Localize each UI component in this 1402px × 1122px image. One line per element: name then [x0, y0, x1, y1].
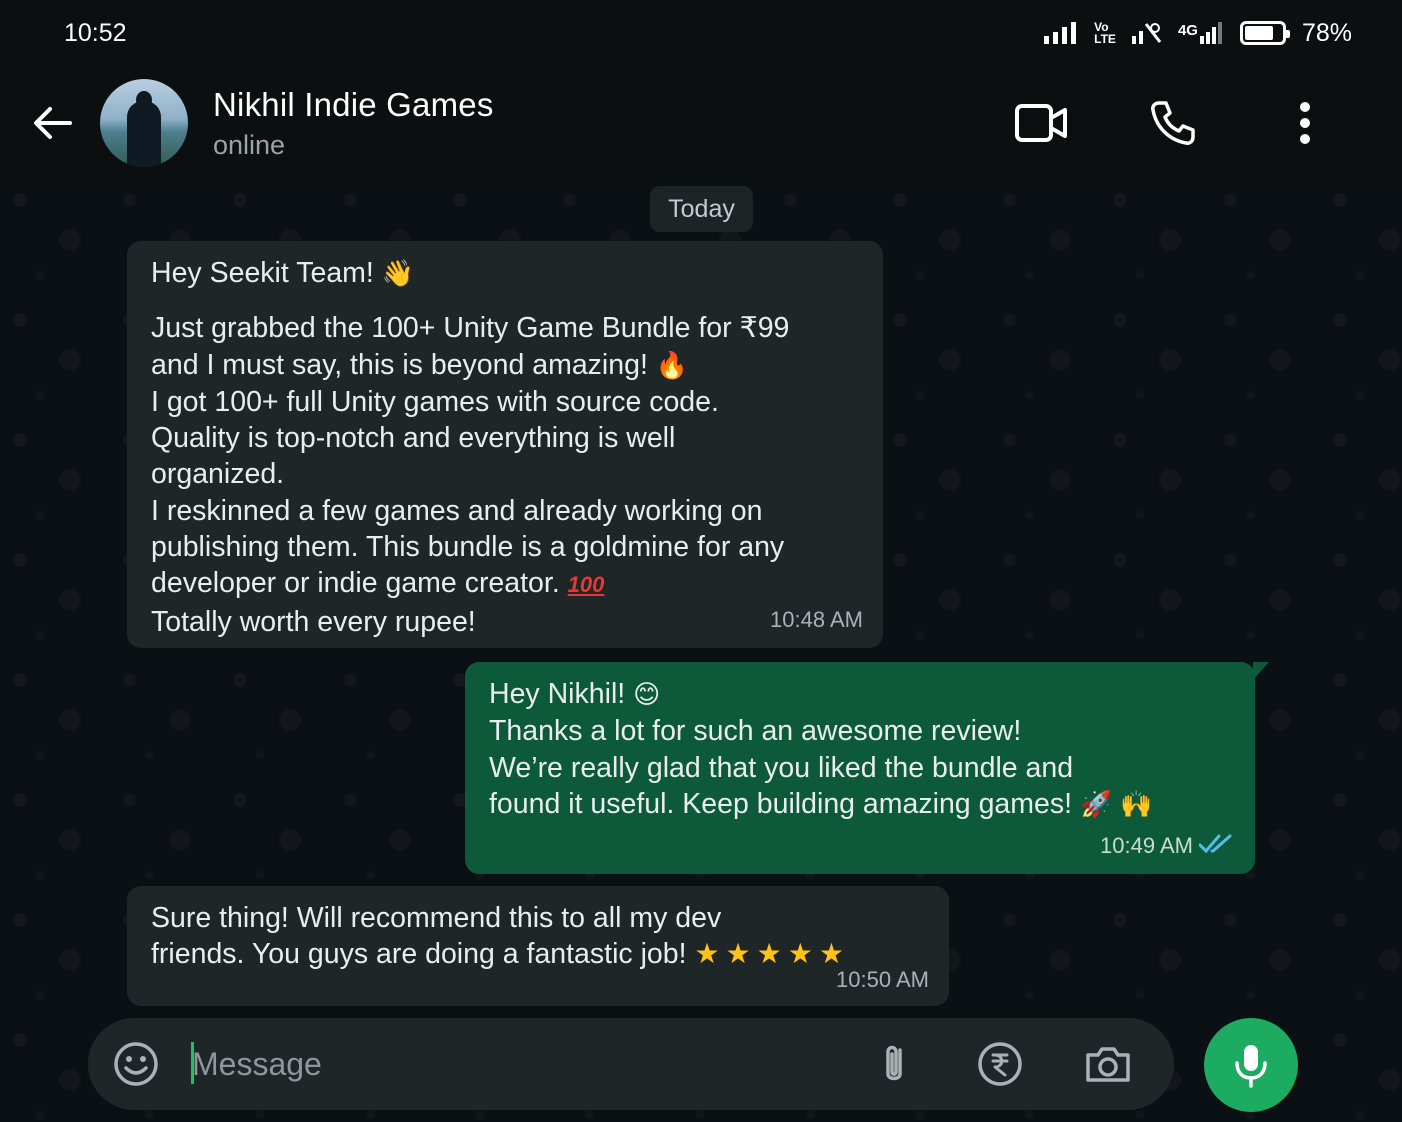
message-line: Totally worth every rupee! [151, 605, 476, 638]
signal-icon [1044, 22, 1078, 44]
outgoing-message[interactable]: Hey Nikhil! 😊 Thanks a lot for such an a… [465, 662, 1269, 874]
smiling-face-emoji: 😊 [633, 680, 661, 710]
volte-icon: Vo LTE [1094, 20, 1116, 46]
contact-name: Nikhil Indie Games [213, 85, 494, 123]
battery-percent: 78% [1301, 18, 1352, 47]
message-line: Thanks a lot for such an awesome review! [489, 715, 1022, 748]
waving-hand-emoji: 👋 [381, 259, 415, 289]
status-icons: Vo LTE 4G 78% [1044, 19, 1352, 48]
message-input[interactable] [192, 1036, 792, 1092]
message-time: 10:48 AM [770, 606, 863, 632]
status-time: 10:52 [64, 18, 127, 47]
raising-hands-emoji: 🙌 [1120, 789, 1153, 820]
more-options-icon[interactable] [1278, 96, 1332, 150]
message-line: We’re really glad that you liked the bun… [489, 751, 1074, 784]
message-line: Hey Nikhil! 😊 [489, 678, 661, 710]
incoming-message[interactable]: Hey Seekit Team! 👋 Just grabbed the 100+… [127, 241, 883, 648]
message-line: Sure thing! Will recommend this to all m… [151, 902, 722, 934]
network-4g-icon: 4G [1178, 22, 1224, 44]
video-call-icon[interactable] [1014, 96, 1068, 150]
read-ticks-icon [1198, 828, 1235, 864]
message-line: friends. You guys are doing a fantastic … [151, 937, 850, 971]
battery-fill [1244, 26, 1274, 40]
message-line: Quality is top-notch and everything is w… [151, 422, 676, 455]
message-line: Just grabbed the 100+ Unity Game Bundle … [151, 312, 790, 345]
message-time: 10:50 AM [836, 966, 929, 992]
star-emojis: ★★★★★ [694, 937, 850, 971]
hundred-points-emoji: 100 [567, 572, 605, 598]
message-line: developer or indie game creator. 100 [151, 567, 605, 600]
emoji-icon[interactable] [112, 1040, 160, 1088]
message-line: I reskinned a few games and already work… [151, 494, 763, 527]
voice-call-icon[interactable] [1146, 96, 1200, 150]
back-arrow-icon[interactable] [30, 101, 74, 145]
message-composer [88, 1018, 1174, 1110]
message-line: and I must say, this is beyond amazing! … [151, 348, 689, 381]
rupee-payment-icon[interactable] [976, 1040, 1024, 1088]
message-time: 10:49 AM [1100, 832, 1193, 858]
header-actions [1014, 96, 1332, 150]
avatar[interactable] [100, 79, 188, 167]
message-line: I got 100+ full Unity games with source … [151, 385, 719, 418]
mic-icon[interactable] [1204, 1018, 1298, 1112]
rocket-emoji: 🚀 [1079, 789, 1113, 820]
contact-status: online [213, 129, 286, 160]
incoming-message[interactable]: Sure thing! Will recommend this to all m… [127, 886, 949, 1006]
attach-icon[interactable] [870, 1040, 918, 1088]
status-bar: 10:52 Vo LTE 4G 78% [0, 0, 1402, 66]
battery-icon [1239, 21, 1290, 45]
message-line: organized. [151, 458, 285, 491]
message-line: Hey Seekit Team! 👋 [151, 257, 415, 289]
no-signal-icon [1131, 22, 1162, 44]
message-line: found it useful. Keep building amazing g… [489, 787, 1153, 820]
message-line: publishing them. This bundle is a goldmi… [151, 531, 785, 564]
date-chip: Today [650, 186, 753, 232]
camera-icon[interactable] [1084, 1040, 1132, 1088]
contact-info[interactable]: Nikhil Indie Games online [213, 86, 494, 161]
fire-emoji: 🔥 [655, 350, 689, 381]
chat-header: Nikhil Indie Games online [0, 66, 1402, 180]
